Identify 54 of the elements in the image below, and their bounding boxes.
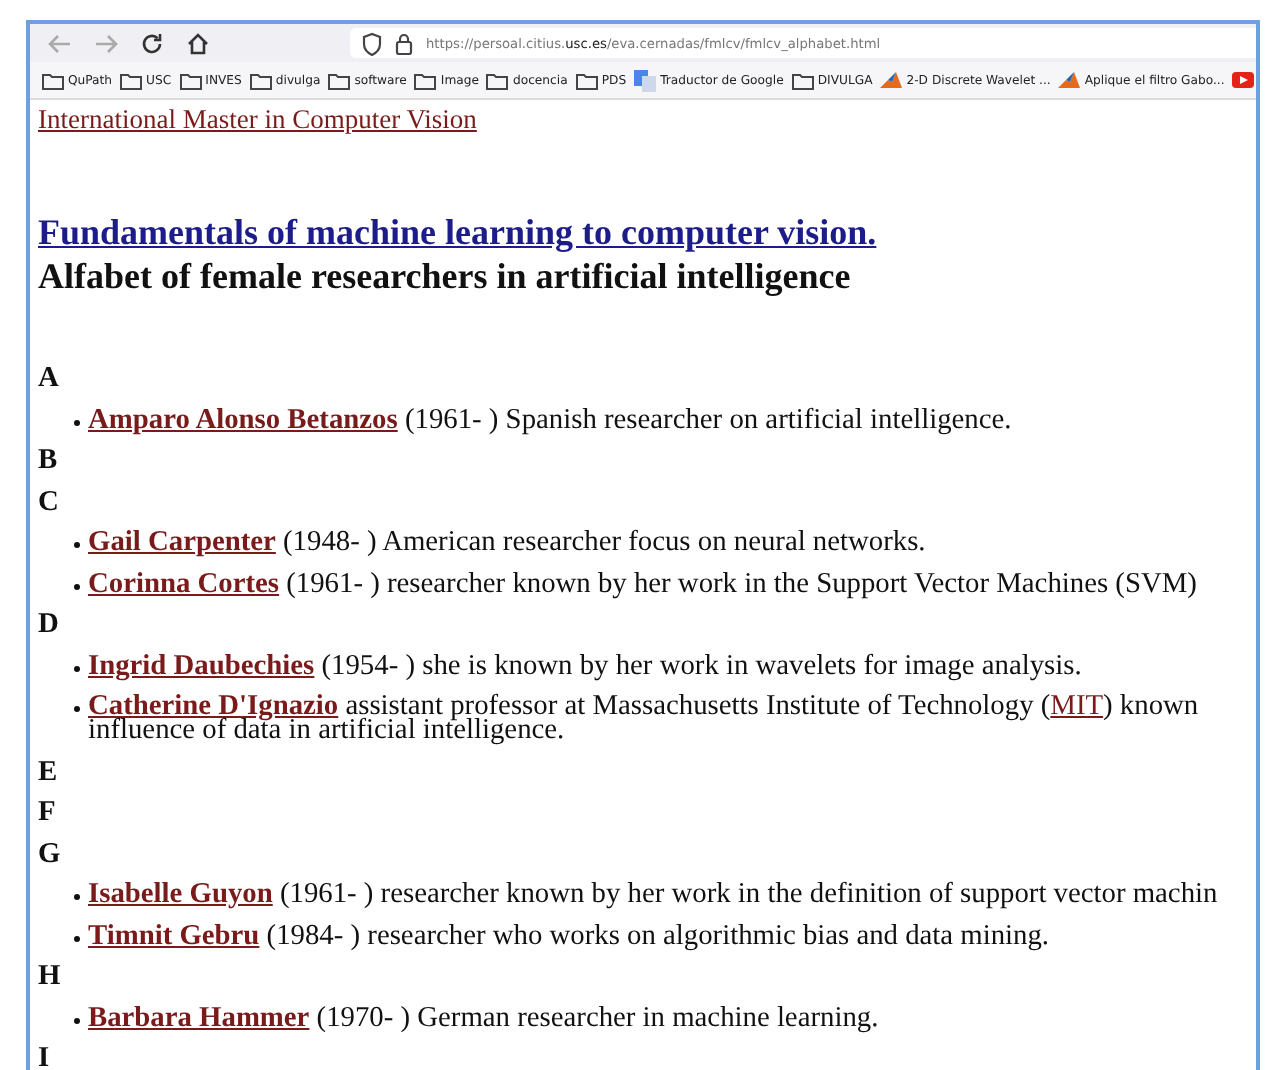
- translate-icon: [634, 69, 657, 91]
- lock-icon: [394, 31, 414, 55]
- researcher-entry: Corinna Cortes (1961- ) researcher known by her work in the Support Vector Machines (SVM): [88, 571, 1197, 595]
- folder-icon: [791, 71, 814, 89]
- bullet-icon: [74, 583, 80, 589]
- inline-link[interactable]: MIT: [1050, 690, 1104, 722]
- letter-heading: F: [38, 794, 56, 832]
- shield-icon: [362, 31, 382, 55]
- folder-icon: [179, 71, 202, 89]
- researcher-entry: Barbara Hammer (1970- ) German researcher in machine learning.: [88, 1005, 879, 1029]
- letter-heading: B: [38, 442, 58, 480]
- researcher-entry: Ingrid Daubechies (1954- ) she is known by her work in wavelets for image analysis.: [88, 653, 1082, 677]
- researcher-link[interactable]: Amparo Alonso Betanzos: [88, 403, 398, 435]
- folder-icon: [414, 71, 437, 89]
- video-icon[interactable]: [1232, 72, 1255, 88]
- bullet-icon: [74, 1017, 80, 1023]
- researcher-link[interactable]: Barbara Hammer: [88, 1001, 310, 1033]
- letter-heading: A: [38, 360, 59, 398]
- researcher-entry: Gail Carpenter (1948- ) American researcher focus on neural networks.: [88, 530, 926, 554]
- page-link[interactable]: International Master in Computer Vision: [38, 104, 477, 134]
- bullet-icon: [74, 419, 80, 425]
- researcher-link[interactable]: Gail Carpenter: [88, 526, 276, 558]
- bullet-icon: [74, 935, 80, 941]
- page-subtitle: Alfabet of female researchers in artificial intelligence: [38, 254, 851, 298]
- researcher-link[interactable]: Isabelle Guyon: [88, 878, 273, 910]
- letter-heading: I: [38, 1040, 50, 1070]
- folder-icon: [120, 71, 143, 89]
- peak-icon: [1058, 70, 1081, 90]
- home-icon[interactable]: [186, 31, 210, 55]
- researcher-entry: Amparo Alonso Betanzos (1961- ) Spanish researcher on artificial intelligence.: [88, 407, 1012, 431]
- bullet-icon: [74, 542, 80, 548]
- bullet-icon: [74, 894, 80, 900]
- letter-heading: G: [38, 835, 61, 873]
- researcher-link[interactable]: Timnit Gebru: [88, 919, 260, 951]
- folder-icon: [486, 71, 509, 89]
- researcher-link[interactable]: Corinna Cortes: [88, 567, 280, 599]
- peak-icon: [880, 70, 903, 90]
- bullet-icon: [74, 665, 80, 671]
- researcher-entry: influence of data in artificial intelligence.: [88, 718, 565, 742]
- folder-icon: [328, 71, 351, 89]
- folder-icon: [575, 71, 598, 89]
- researcher-entry: Isabelle Guyon (1961- ) researcher known by her work in the definition of support vector machin: [88, 882, 1218, 906]
- bullet-icon: [74, 706, 80, 712]
- letter-heading: D: [38, 606, 59, 644]
- researcher-link[interactable]: Ingrid Daubechies: [88, 649, 315, 681]
- letter-heading: E: [38, 753, 58, 791]
- letter-heading: H: [38, 958, 61, 996]
- researcher-entry: Catherine D'Ignazio assistant professor at Massachusetts Institute of Technology (MIT) known: [88, 694, 1199, 718]
- page-title-link[interactable]: Fundamentals of machine learning to computer vision.: [38, 212, 877, 252]
- researcher-entry: Timnit Gebru (1984- ) researcher who works on algorithmic bias and data mining.: [88, 923, 1050, 947]
- folder-icon: [42, 71, 64, 89]
- letter-heading: C: [38, 483, 59, 521]
- folder-icon: [249, 71, 272, 89]
- reload-icon[interactable]: [140, 31, 164, 55]
